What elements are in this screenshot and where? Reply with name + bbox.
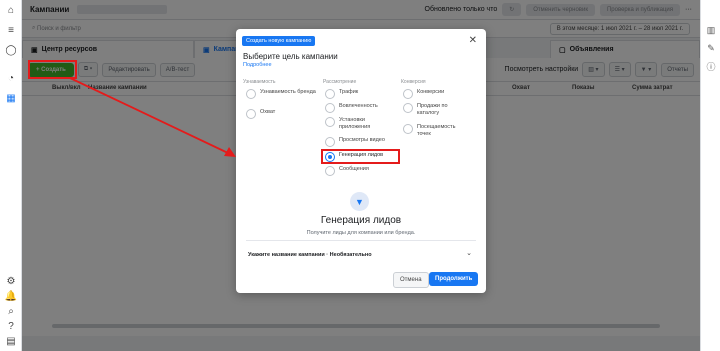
annotation-arrow: [69, 77, 236, 157]
arrow-line: [69, 77, 229, 154]
